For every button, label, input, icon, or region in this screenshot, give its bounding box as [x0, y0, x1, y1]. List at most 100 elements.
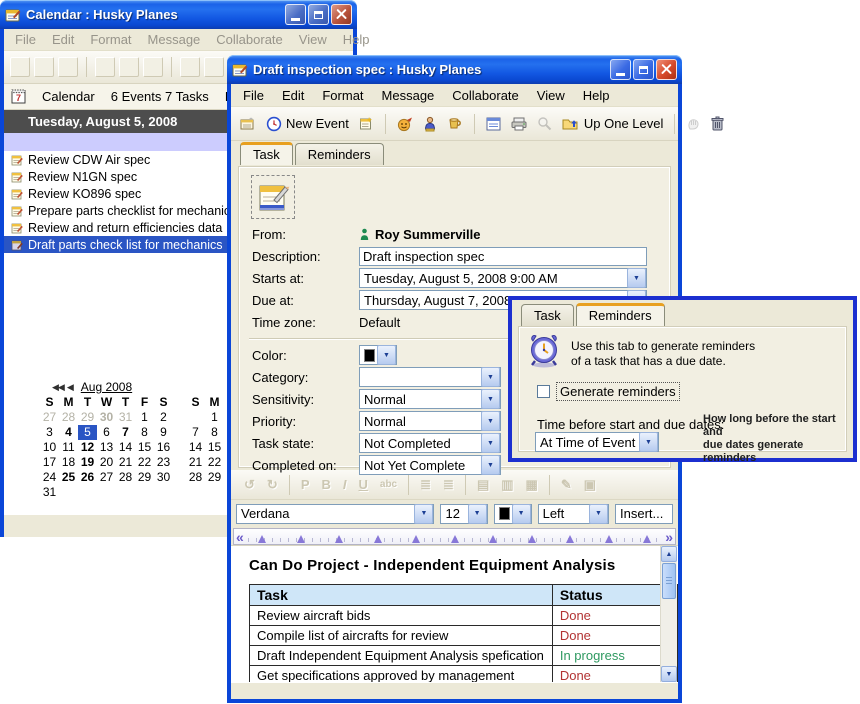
new-task-icon[interactable] [58, 57, 78, 77]
day-cell[interactable]: 18 [59, 455, 78, 470]
font-family-dropdown[interactable]: Verdana ▼ [236, 504, 434, 524]
menu-format[interactable]: Format [313, 87, 372, 104]
chevron-down-icon[interactable]: ▼ [377, 345, 396, 365]
day-cell[interactable]: 15 [135, 440, 154, 455]
day-cell[interactable]: 31 [40, 485, 59, 500]
day-cell[interactable]: 4 [59, 425, 78, 440]
flag-icon[interactable] [119, 57, 139, 77]
tab-stop-markers[interactable] [258, 535, 651, 543]
align-left-icon[interactable]: ≣ [415, 477, 436, 493]
day-cell[interactable]: 8 [135, 425, 154, 440]
day-cell[interactable]: 28 [59, 410, 78, 425]
close-button[interactable] [656, 59, 677, 80]
chevron-down-icon[interactable]: ▼ [589, 504, 608, 524]
day-cell[interactable]: 26 [78, 470, 97, 485]
font-size-dropdown[interactable]: 12 ▼ [440, 504, 487, 524]
menu-format[interactable]: Format [82, 31, 139, 48]
agenda-view-icon[interactable] [180, 57, 200, 77]
day-cell[interactable]: 11 [59, 440, 78, 455]
menu-help[interactable]: Help [335, 31, 378, 48]
new-task-button[interactable] [356, 114, 377, 133]
new-memo-button[interactable] [237, 115, 259, 133]
properties-button[interactable] [483, 115, 504, 133]
indent-icon[interactable]: ▥ [496, 477, 518, 493]
person-button[interactable] [420, 114, 440, 134]
time-before-dropdown[interactable]: At Time of Event ▼ [535, 432, 659, 452]
list-view-icon[interactable] [95, 57, 115, 77]
trash-icon[interactable] [143, 57, 163, 77]
day-cell[interactable]: 28 [116, 470, 135, 485]
prev-year-button[interactable]: ◀◀ [52, 382, 64, 393]
search-button[interactable] [534, 114, 555, 133]
up-one-level-button[interactable]: Up One Level [559, 114, 667, 133]
day-cell[interactable]: 30 [97, 410, 116, 425]
day-cell-selected[interactable]: 5 [78, 425, 97, 440]
day-cell[interactable]: 2 [154, 410, 173, 425]
menu-help[interactable]: Help [574, 87, 619, 104]
day-cell[interactable]: 14 [186, 440, 205, 455]
day-cell[interactable]: 23 [154, 455, 173, 470]
day-cell[interactable]: 22 [205, 455, 224, 470]
menu-view[interactable]: View [528, 87, 574, 104]
document-body[interactable]: Can Do Project - Independent Equipment A… [231, 545, 678, 682]
day-cell[interactable]: 21 [186, 455, 205, 470]
menu-collaborate[interactable]: Collaborate [208, 31, 291, 48]
paragraph-icon[interactable]: P [296, 477, 315, 492]
chevron-down-icon[interactable]: ▼ [468, 504, 487, 524]
day-cell[interactable]: 29 [205, 470, 224, 485]
close-button[interactable] [331, 4, 352, 25]
day-cell[interactable]: 19 [78, 455, 97, 470]
day-cell[interactable]: 12 [78, 440, 97, 455]
tab-task[interactable]: Task [521, 304, 574, 326]
cup-button[interactable] [444, 115, 466, 133]
new-event-button[interactable]: New Event [263, 114, 352, 134]
delete-button[interactable] [708, 114, 727, 133]
day-cell[interactable]: 17 [40, 455, 59, 470]
day-cell[interactable]: 13 [97, 440, 116, 455]
category-dropdown[interactable]: ▼ [359, 367, 501, 387]
color-dropdown[interactable]: ▼ [359, 345, 397, 365]
new-memo-icon[interactable] [10, 57, 30, 77]
generate-reminders-checkbox[interactable] [537, 385, 550, 398]
strikethrough-icon[interactable]: abc [375, 479, 402, 490]
scrollbar-track[interactable] [661, 600, 677, 666]
day-cell[interactable]: 20 [97, 455, 116, 470]
chevron-down-icon[interactable]: ▼ [639, 432, 658, 452]
tab-task[interactable]: Task [240, 142, 293, 165]
day-cell[interactable]: 27 [40, 410, 59, 425]
day-cell[interactable]: 24 [40, 470, 59, 485]
maximize-button[interactable] [308, 4, 329, 25]
vertical-scrollbar[interactable]: ▲ ▼ [660, 546, 677, 682]
starts-at-dropdown[interactable]: Tuesday, August 5, 2008 9:00 AM ▼ [359, 268, 647, 288]
day-cell[interactable]: 25 [59, 470, 78, 485]
menu-message[interactable]: Message [140, 31, 209, 48]
day-cell[interactable]: 1 [135, 410, 154, 425]
day-cell[interactable] [186, 410, 205, 425]
menu-file[interactable]: File [7, 31, 44, 48]
day-cell[interactable]: 22 [135, 455, 154, 470]
phone-message-button[interactable] [683, 114, 704, 133]
left-margin-marker[interactable]: « [236, 529, 244, 545]
day-cell[interactable]: 7 [116, 425, 135, 440]
menu-collaborate[interactable]: Collaborate [443, 87, 528, 104]
day-cell[interactable]: 16 [154, 440, 173, 455]
scroll-up-icon[interactable]: ▲ [661, 546, 677, 562]
chevron-down-icon[interactable]: ▼ [481, 433, 500, 453]
outdent-icon[interactable]: ▦ [521, 477, 543, 493]
minimize-button[interactable] [610, 59, 631, 80]
undo-icon[interactable]: ↺ [239, 477, 260, 493]
day-cell[interactable]: 1 [205, 410, 224, 425]
day-cell[interactable]: 29 [78, 410, 97, 425]
chevron-down-icon[interactable]: ▼ [481, 455, 500, 475]
day-cell[interactable]: 3 [40, 425, 59, 440]
menu-file[interactable]: File [234, 87, 273, 104]
day-cell[interactable]: 7 [186, 425, 205, 440]
sensitivity-dropdown[interactable]: Normal ▼ [359, 389, 501, 409]
day-cell[interactable]: 28 [186, 470, 205, 485]
chevron-down-icon[interactable]: ▼ [414, 504, 433, 524]
day-cell[interactable]: 15 [205, 440, 224, 455]
right-margin-marker[interactable]: » [665, 529, 673, 545]
recipient-button[interactable] [394, 114, 416, 134]
month-label-link[interactable]: Aug 2008 [81, 380, 132, 394]
tab-reminders[interactable]: Reminders [295, 143, 384, 165]
